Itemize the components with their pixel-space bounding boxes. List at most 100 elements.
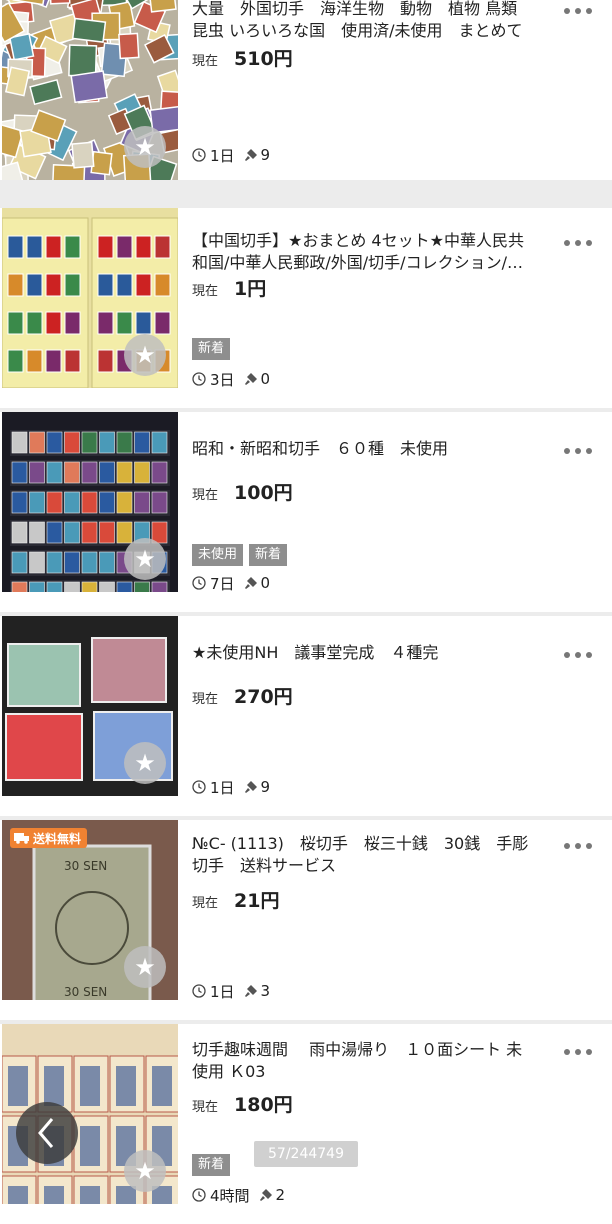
- dot-icon: [564, 843, 570, 849]
- current-price: 270円: [234, 686, 293, 708]
- listing-item[interactable]: 30 SEN 30 SEN 送料無料 ★ №C- (1113) 桜切手 桜三十銭 30銭…: [0, 820, 612, 1020]
- tag-list: 新着: [192, 1154, 231, 1176]
- more-options-button[interactable]: [564, 1045, 592, 1059]
- price-row: 現在 1円: [192, 274, 266, 300]
- time-left: 1日: [210, 982, 235, 1001]
- svg-text:30 SEN: 30 SEN: [64, 859, 107, 873]
- bid-count: 2: [275, 1186, 286, 1204]
- more-options-button[interactable]: [564, 648, 592, 662]
- item-meta: 1日 3: [192, 981, 270, 1001]
- star-icon: ★: [134, 545, 156, 573]
- free-shipping-badge: 送料無料: [10, 828, 88, 848]
- dot-icon: [575, 652, 581, 658]
- item-title[interactable]: ★未使用NH 議事堂完成 ４種完: [192, 642, 552, 664]
- item-title[interactable]: 昭和・新昭和切手 ６０種 未使用: [192, 438, 552, 460]
- current-price: 510円: [234, 48, 293, 70]
- current-price: 100円: [234, 482, 293, 504]
- gavel-icon: [244, 985, 257, 997]
- price-label: 現在: [192, 692, 219, 707]
- dot-icon: [586, 652, 592, 658]
- star-icon: ★: [134, 133, 156, 161]
- sakura-stamp-image[interactable]: 30 SEN 30 SEN 送料無料 ★: [2, 820, 178, 1000]
- favorite-button[interactable]: ★: [124, 126, 166, 168]
- dot-icon: [586, 448, 592, 454]
- more-options-button[interactable]: [564, 236, 592, 250]
- gavel-icon: [244, 577, 257, 589]
- dot-icon: [564, 652, 570, 658]
- current-price: 21円: [234, 890, 280, 912]
- clock-icon: [192, 576, 206, 590]
- bid-count: 0: [260, 574, 271, 592]
- dot-icon: [564, 448, 570, 454]
- bid-count: 3: [260, 982, 271, 1000]
- dot-icon: [564, 240, 570, 246]
- item-meta: 3日 0: [192, 369, 270, 389]
- star-icon: ★: [134, 1157, 156, 1185]
- price-label: 現在: [192, 284, 219, 299]
- dot-icon: [575, 240, 581, 246]
- more-options-button[interactable]: [564, 4, 592, 18]
- favorite-button[interactable]: ★: [124, 946, 166, 988]
- dot-icon: [575, 843, 581, 849]
- listing-item[interactable]: ★ 大量 外国切手 海洋生物 動物 植物 鳥類 昆虫 いろいろな国 使用済/未使用…: [0, 0, 612, 180]
- favorite-button[interactable]: ★: [124, 538, 166, 580]
- truck-icon: [14, 833, 29, 844]
- item-title[interactable]: 大量 外国切手 海洋生物 動物 植物 鳥類 昆虫 いろいろな国 使用済/未使用 …: [192, 0, 552, 42]
- current-price: 180円: [234, 1094, 293, 1116]
- diet-building-stamps-image[interactable]: ★: [2, 616, 178, 796]
- tag-list: 新着: [192, 338, 231, 360]
- chevron-left-icon: [38, 1118, 54, 1148]
- bid-count: 9: [260, 146, 271, 164]
- favorite-button[interactable]: ★: [124, 742, 166, 784]
- time-left: 1日: [210, 146, 235, 165]
- listing-item[interactable]: ★ 切手趣味週間 雨中湯帰り １０面シート 未 使用 Ｋ03 現在 180円 新着 4時間…: [0, 1024, 612, 1224]
- result-counter: 57/244749: [254, 1141, 358, 1167]
- price-label: 現在: [192, 54, 219, 69]
- dot-icon: [564, 8, 570, 14]
- star-icon: ★: [134, 341, 156, 369]
- tag-list: 未使用 新着: [192, 544, 288, 566]
- dot-icon: [575, 1049, 581, 1055]
- clock-icon: [192, 780, 206, 794]
- item-tag: 未使用: [192, 544, 244, 566]
- gavel-icon: [244, 373, 257, 385]
- favorite-button[interactable]: ★: [124, 1150, 166, 1192]
- price-row: 現在 270円: [192, 682, 293, 708]
- time-left: 7日: [210, 574, 235, 593]
- dot-icon: [586, 240, 592, 246]
- clock-icon: [192, 984, 206, 998]
- star-icon: ★: [134, 953, 156, 981]
- listing-item[interactable]: ★ 【中国切手】★おまとめ 4セット★中華人民共 和国/中華人民郵政/外国/切手/…: [0, 208, 612, 408]
- current-price: 1円: [234, 278, 267, 300]
- favorite-button[interactable]: ★: [124, 334, 166, 376]
- price-label: 現在: [192, 896, 219, 911]
- bid-count: 9: [260, 778, 271, 796]
- listing-item[interactable]: ★ 昭和・新昭和切手 ６０種 未使用現在 100円未使用 新着 7日 0: [0, 412, 612, 612]
- dot-icon: [586, 843, 592, 849]
- listing-item[interactable]: ★ ★未使用NH 議事堂完成 ４種完現在 270円 1日 9: [0, 616, 612, 816]
- stamp-stockbook-image[interactable]: ★: [2, 412, 178, 592]
- time-left: 1日: [210, 778, 235, 797]
- back-button[interactable]: [16, 1102, 78, 1164]
- item-tag: 新着: [192, 1154, 231, 1176]
- more-options-button[interactable]: [564, 444, 592, 458]
- gavel-icon: [259, 1189, 272, 1201]
- shipping-badge-label: 送料無料: [33, 831, 82, 846]
- dot-icon: [575, 8, 581, 14]
- price-row: 現在 180円: [192, 1090, 293, 1116]
- svg-text:30 SEN: 30 SEN: [64, 985, 107, 999]
- stamp-pile-image[interactable]: ★: [2, 0, 178, 180]
- item-title[interactable]: 【中国切手】★おまとめ 4セット★中華人民共 和国/中華人民郵政/外国/切手/コ…: [192, 230, 552, 274]
- item-title[interactable]: 切手趣味週間 雨中湯帰り １０面シート 未 使用 Ｋ03: [192, 1039, 552, 1083]
- stamp-album-image[interactable]: ★: [2, 208, 178, 388]
- gavel-icon: [244, 781, 257, 793]
- item-title[interactable]: №C- (1113) 桜切手 桜三十銭 30銭 手彫 切手 送料サービス: [192, 833, 552, 877]
- gavel-icon: [244, 149, 257, 161]
- item-tag: 新着: [249, 544, 288, 566]
- price-row: 現在 510円: [192, 44, 293, 70]
- price-label: 現在: [192, 488, 219, 503]
- item-meta: 1日 9: [192, 145, 270, 165]
- price-row: 現在 21円: [192, 886, 279, 912]
- item-meta: 7日 0: [192, 573, 270, 593]
- more-options-button[interactable]: [564, 839, 592, 853]
